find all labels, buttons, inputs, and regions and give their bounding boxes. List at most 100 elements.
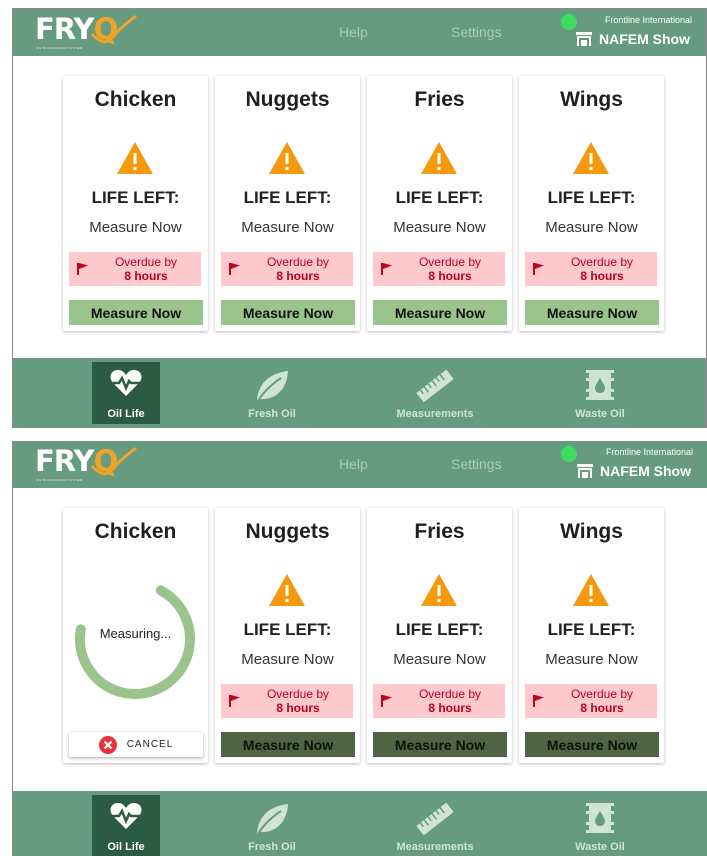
org-name: Frontline International bbox=[605, 447, 693, 457]
nav-label: Measurements bbox=[396, 841, 474, 853]
nav-waste-oil[interactable]: Waste Oil bbox=[566, 795, 634, 856]
cancel-button[interactable]: CANCEL bbox=[69, 732, 203, 757]
nav-measurements[interactable]: Measurements bbox=[396, 795, 474, 856]
card-title: Wings bbox=[560, 88, 623, 111]
life-left-value: Measure Now bbox=[393, 651, 486, 668]
oil-barrel-icon bbox=[586, 370, 614, 400]
nav-oil-life[interactable]: Oil Life bbox=[92, 795, 160, 856]
nav-fresh-oil[interactable]: Fresh Oil bbox=[238, 795, 306, 856]
life-left-value: Measure Now bbox=[545, 651, 638, 668]
overdue-value: 8 hours bbox=[580, 269, 624, 283]
fryer-card-wings: Wings LIFE LEFT: Measure Now Overdue by … bbox=[519, 76, 664, 331]
overdue-alert: Overdue by 8 hours bbox=[373, 684, 505, 718]
warning-icon bbox=[269, 142, 305, 174]
fryer-cards: Chicken Measuring... CANCEL Nuggets LIFE… bbox=[63, 508, 667, 763]
overdue-value: 8 hours bbox=[428, 701, 472, 715]
nav-oil-life[interactable]: Oil Life bbox=[92, 362, 160, 424]
overdue-label: Overdue by bbox=[418, 687, 482, 701]
life-left-label: LIFE LEFT: bbox=[243, 620, 332, 639]
fryer-card-nuggets: Nuggets LIFE LEFT: Measure Now Overdue b… bbox=[215, 76, 360, 331]
warning-icon bbox=[421, 142, 457, 174]
life-left-label: LIFE LEFT: bbox=[243, 188, 332, 207]
ruler-icon bbox=[416, 369, 454, 403]
life-left-label: LIFE LEFT: bbox=[395, 188, 484, 207]
app-header: FRYQ OIL MANAGEMENT SYSTEM Help Settings… bbox=[13, 9, 706, 56]
overdue-alert: Overdue by 8 hours bbox=[525, 252, 657, 286]
measure-now-button[interactable]: Measure Now bbox=[221, 732, 355, 757]
heartbeat-icon bbox=[110, 803, 142, 829]
oil-barrel-icon bbox=[586, 803, 614, 833]
ruler-icon bbox=[416, 802, 454, 836]
bottom-nav: Oil Life Fresh Oil Measurements Waste Oi… bbox=[13, 791, 707, 856]
measure-now-button[interactable]: Measure Now bbox=[69, 300, 203, 325]
overdue-alert: Overdue by 8 hours bbox=[373, 252, 505, 286]
fryq-logo[interactable]: FRYQ OIL MANAGEMENT SYSTEM bbox=[35, 13, 137, 53]
nav-measurements[interactable]: Measurements bbox=[396, 362, 474, 424]
life-left-label: LIFE LEFT: bbox=[547, 188, 636, 207]
life-left-label: LIFE LEFT: bbox=[395, 620, 484, 639]
measure-now-button[interactable]: Measure Now bbox=[373, 732, 507, 757]
store-name: NAFEM Show bbox=[599, 31, 690, 47]
bottom-nav: Oil Life Fresh Oil Measurements Waste Oi… bbox=[13, 358, 706, 428]
logo-check-swoosh bbox=[91, 447, 137, 476]
warning-icon bbox=[269, 574, 305, 606]
leaf-icon bbox=[257, 804, 288, 835]
fryq-logo[interactable]: FRYQ OIL MANAGEMENT SYSTEM bbox=[35, 445, 137, 485]
overdue-label: Overdue by bbox=[266, 255, 330, 269]
heartbeat-icon bbox=[110, 370, 142, 396]
flag-icon bbox=[533, 695, 544, 707]
nav-label: Fresh Oil bbox=[248, 408, 296, 420]
fryer-card-chicken: Chicken LIFE LEFT: Measure Now Overdue b… bbox=[63, 76, 208, 331]
warning-icon bbox=[421, 574, 457, 606]
fryer-cards: Chicken LIFE LEFT: Measure Now Overdue b… bbox=[63, 76, 667, 331]
help-link[interactable]: Help bbox=[339, 24, 368, 40]
flag-icon bbox=[77, 263, 88, 275]
close-circle-icon bbox=[98, 735, 117, 754]
logo-check-swoosh bbox=[91, 15, 137, 44]
overdue-label: Overdue by bbox=[114, 255, 178, 269]
fryer-card-fries: Fries LIFE LEFT: Measure Now Overdue by … bbox=[367, 508, 512, 763]
fryer-card-chicken: Chicken Measuring... CANCEL bbox=[63, 508, 208, 763]
card-title: Fries bbox=[414, 520, 465, 543]
nav-label: Waste Oil bbox=[575, 841, 625, 853]
settings-link[interactable]: Settings bbox=[451, 24, 502, 40]
overdue-value: 8 hours bbox=[276, 269, 320, 283]
nav-label: Oil Life bbox=[107, 408, 145, 420]
logo-tagline: OIL MANAGEMENT SYSTEM bbox=[36, 46, 83, 50]
overdue-label: Overdue by bbox=[570, 687, 634, 701]
store-selector[interactable]: NAFEM Show bbox=[577, 463, 691, 479]
overdue-value: 8 hours bbox=[428, 269, 472, 283]
flag-icon bbox=[533, 263, 544, 275]
measure-now-button[interactable]: Measure Now bbox=[525, 732, 659, 757]
warning-icon bbox=[117, 142, 153, 174]
life-left-value: Measure Now bbox=[241, 651, 334, 668]
warning-icon bbox=[573, 142, 609, 174]
nav-waste-oil[interactable]: Waste Oil bbox=[566, 362, 634, 424]
leaf-icon bbox=[257, 371, 288, 402]
app-header: FRYQ OIL MANAGEMENT SYSTEM Help Settings… bbox=[13, 441, 707, 488]
life-left-value: Measure Now bbox=[89, 219, 182, 236]
cancel-label: CANCEL bbox=[126, 739, 174, 750]
help-link[interactable]: Help bbox=[339, 456, 368, 472]
life-left-value: Measure Now bbox=[545, 219, 638, 236]
overdue-alert: Overdue by 8 hours bbox=[221, 684, 353, 718]
store-icon bbox=[577, 464, 593, 478]
store-name: NAFEM Show bbox=[600, 463, 691, 479]
life-left-label: LIFE LEFT: bbox=[547, 620, 636, 639]
card-title: Wings bbox=[560, 520, 623, 543]
settings-link[interactable]: Settings bbox=[451, 456, 502, 472]
measure-now-button[interactable]: Measure Now bbox=[373, 300, 507, 325]
nav-fresh-oil[interactable]: Fresh Oil bbox=[238, 362, 306, 424]
card-title: Nuggets bbox=[245, 88, 330, 111]
flag-icon bbox=[229, 263, 240, 275]
nav-label: Fresh Oil bbox=[248, 841, 296, 853]
measure-now-button[interactable]: Measure Now bbox=[525, 300, 659, 325]
store-selector[interactable]: NAFEM Show bbox=[576, 31, 690, 47]
card-title: Fries bbox=[414, 88, 465, 111]
life-left-label: LIFE LEFT: bbox=[91, 188, 180, 207]
measure-now-button[interactable]: Measure Now bbox=[221, 300, 355, 325]
flag-icon bbox=[381, 695, 392, 707]
org-name: Frontline International bbox=[604, 15, 692, 25]
life-left-value: Measure Now bbox=[241, 219, 334, 236]
overdue-alert: Overdue by 8 hours bbox=[221, 252, 353, 286]
